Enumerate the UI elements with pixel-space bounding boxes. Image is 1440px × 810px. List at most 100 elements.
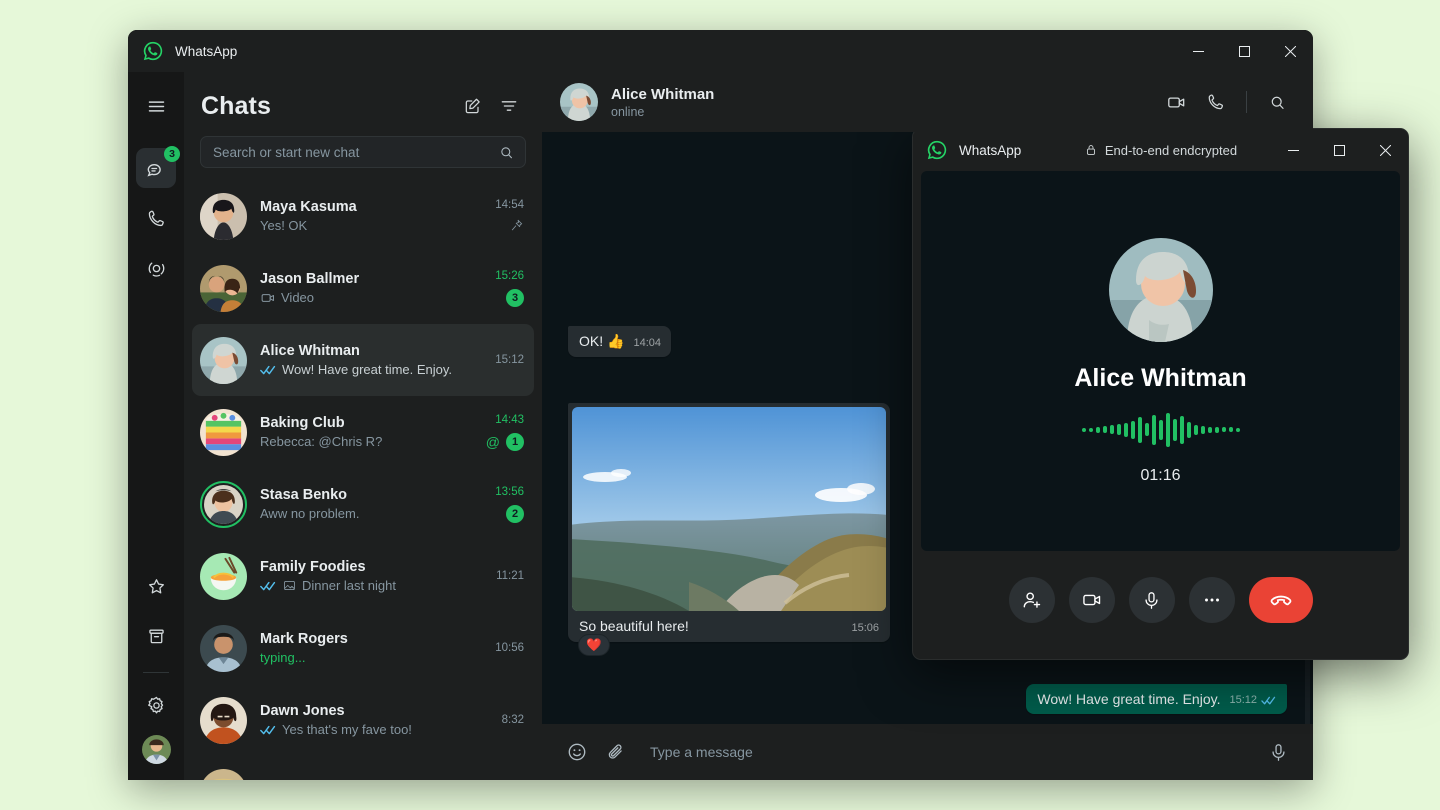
sidebar-item-status[interactable]	[136, 248, 176, 288]
message-input[interactable]	[650, 744, 1257, 760]
list-item[interactable]: Jason Ballmer Video 15:26 3	[192, 252, 534, 324]
chat-preview-text: typing...	[260, 650, 306, 665]
add-person-icon[interactable]	[1009, 577, 1055, 623]
end-call-button[interactable]	[1249, 577, 1313, 623]
waveform-bar-18	[1208, 427, 1212, 433]
paperclip-icon[interactable]	[598, 735, 632, 769]
encryption-label: End-to-end endcrypted	[1105, 143, 1237, 158]
voice-call-button[interactable]	[1198, 84, 1234, 120]
waveform-bar-4	[1110, 425, 1114, 434]
call-window: WhatsApp End-to-end endcrypted	[912, 128, 1409, 660]
conversation-actions	[1158, 84, 1295, 120]
chat-time: 14:43	[495, 414, 524, 426]
conversation-header-text: Alice Whitman online	[611, 86, 1158, 119]
sidebar-item-settings[interactable]	[136, 685, 176, 725]
conversation-header: Alice Whitman online	[542, 72, 1313, 132]
list-item[interactable]: Maya Kasuma Yes! OK 14:54	[192, 180, 534, 252]
call-window-titlebar: WhatsApp End-to-end endcrypted	[913, 129, 1408, 171]
list-item-meta: 11:21	[496, 570, 524, 582]
list-item-meta: 15:12	[495, 354, 524, 366]
call-window-controls	[1270, 129, 1408, 171]
message-bubble-outgoing[interactable]: Wow! Have great time. Enjoy. 15:12	[1026, 684, 1287, 714]
waveform-bar-5	[1117, 424, 1121, 435]
chat-time: 14:54	[495, 199, 524, 211]
close-button[interactable]	[1267, 30, 1313, 72]
list-item[interactable]: Mark Rogers typing... 10:56	[192, 612, 534, 684]
list-item-body: Baking Club Rebecca: @Chris R?	[260, 415, 478, 449]
chat-preview: Rebecca: @Chris R?	[260, 434, 478, 449]
sidebar-item-calls[interactable]	[136, 198, 176, 238]
photo-caption: So beautiful here! 15:06	[572, 611, 886, 642]
list-item[interactable]: Ziggy Woodley 8:12	[192, 756, 534, 780]
page-title: Chats	[201, 92, 453, 121]
toggle-video-button[interactable]	[1069, 577, 1115, 623]
avatar	[200, 265, 247, 312]
list-item-meta: 10:56	[495, 642, 524, 654]
waveform-bar-16	[1194, 425, 1198, 435]
search-icon	[498, 144, 515, 161]
window-title: WhatsApp	[175, 44, 237, 59]
call-audio-waveform	[1082, 413, 1240, 447]
avatar	[200, 409, 247, 456]
message-text: OK! 👍	[579, 333, 624, 350]
hamburger-menu-icon[interactable]	[136, 86, 176, 126]
search-container	[184, 130, 542, 178]
maximize-button[interactable]	[1221, 30, 1267, 72]
list-item[interactable]: Dawn Jones Yes that's my fave too! 8:32	[192, 684, 534, 756]
message-reaction[interactable]: ❤️	[578, 634, 610, 656]
minimize-button[interactable]	[1175, 30, 1221, 72]
chat-preview: Video	[260, 290, 487, 306]
chat-list[interactable]: Maya Kasuma Yes! OK 14:54	[184, 178, 542, 780]
sidebar-item-chats[interactable]: 3	[136, 148, 176, 188]
chat-preview-text: Dinner last night	[302, 578, 396, 593]
microphone-icon[interactable]	[1261, 735, 1295, 769]
rail-divider	[143, 672, 169, 673]
call-stage: Alice Whitman 01:16	[921, 171, 1400, 551]
avatar	[200, 337, 247, 384]
more-options-button[interactable]	[1189, 577, 1235, 623]
filter-icon[interactable]	[493, 90, 525, 122]
video-call-button[interactable]	[1158, 84, 1194, 120]
unread-badge: 3	[506, 289, 524, 307]
chat-preview-text: Yes! OK	[260, 218, 307, 233]
emoji-smiley-icon[interactable]	[560, 735, 594, 769]
chat-preview-typing: typing...	[260, 650, 487, 665]
avatar	[200, 553, 247, 600]
video-camera-icon	[260, 290, 276, 306]
chat-preview: Wow! Have great time. Enjoy.	[260, 362, 487, 377]
chat-preview-text: Rebecca: @Chris R?	[260, 434, 382, 449]
chat-preview: Dinner last night	[260, 578, 488, 593]
message-bubble-photo[interactable]: So beautiful here! 15:06 ❤️	[568, 403, 890, 642]
search-box[interactable]	[200, 136, 526, 168]
toggle-mute-button[interactable]	[1129, 577, 1175, 623]
window-controls	[1175, 30, 1313, 72]
search-input[interactable]	[213, 145, 498, 160]
list-item[interactable]: Family Foodies Dinner last night	[192, 540, 534, 612]
call-controls	[913, 551, 1408, 649]
list-item-selected[interactable]: Alice Whitman Wow! Have great time. Enjo…	[192, 324, 534, 396]
list-item[interactable]: Baking Club Rebecca: @Chris R? 14:43 @ 1	[192, 396, 534, 468]
chat-list-pane: Chats	[184, 72, 542, 780]
waveform-bar-21	[1229, 427, 1233, 432]
list-item[interactable]: Stasa Benko Aww no problem. 13:56 2	[192, 468, 534, 540]
waveform-bar-3	[1103, 426, 1107, 433]
message-photo[interactable]	[572, 407, 886, 611]
sidebar-item-archived[interactable]	[136, 616, 176, 656]
search-in-chat-button[interactable]	[1259, 84, 1295, 120]
contact-name: Alice Whitman	[611, 86, 1158, 103]
chat-preview-text: Yes that's my fave too!	[282, 722, 412, 737]
avatar-with-status-ring	[200, 481, 247, 528]
waveform-bar-11	[1159, 420, 1163, 440]
nav-rail: 3	[128, 72, 184, 780]
contact-avatar[interactable]	[560, 83, 598, 121]
call-maximize-button[interactable]	[1316, 129, 1362, 171]
call-minimize-button[interactable]	[1270, 129, 1316, 171]
call-close-button[interactable]	[1362, 129, 1408, 171]
user-profile-avatar[interactable]	[142, 735, 171, 764]
new-chat-compose-icon[interactable]	[457, 90, 489, 122]
list-item-meta: 14:54	[495, 199, 524, 233]
message-bubble-incoming[interactable]: OK! 👍 14:04	[568, 326, 671, 357]
call-contact-name: Alice Whitman	[1074, 364, 1246, 393]
chat-name: Family Foodies	[260, 559, 488, 575]
sidebar-item-starred[interactable]	[136, 566, 176, 606]
